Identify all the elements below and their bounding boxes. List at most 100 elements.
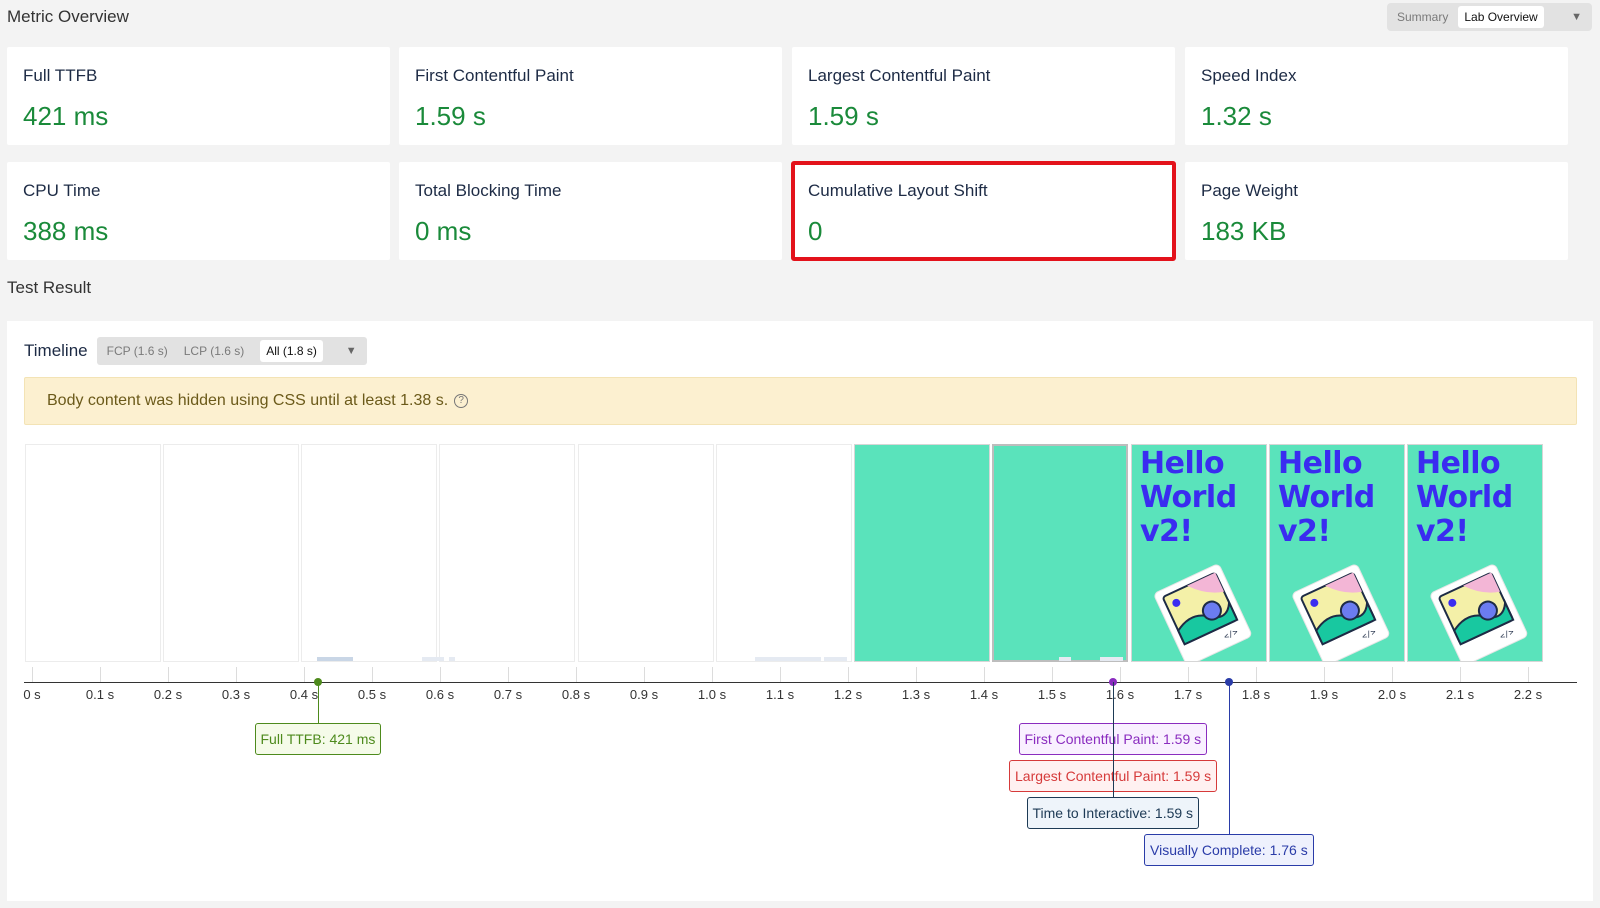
metric-overview-title: Metric Overview xyxy=(7,7,129,26)
timeline-header: Timeline FCP (1.6 s) LCP (1.6 s) All (1.… xyxy=(24,337,367,365)
metric-value: 1.32 s xyxy=(1201,101,1272,131)
metric-card: Total Blocking Time 0 ms xyxy=(399,162,782,260)
css-hidden-warning: Body content was hidden using CSS until … xyxy=(24,377,1577,425)
filmstrip-frame[interactable]: Hello World v2! </> xyxy=(1407,444,1543,662)
image-illustration-icon: </> xyxy=(1154,564,1252,661)
progress-mark xyxy=(317,657,353,661)
timeline-filter-toggle[interactable]: FCP (1.6 s) LCP (1.6 s) All (1.8 s) ▼ xyxy=(96,337,367,365)
filter-option-fcp[interactable]: FCP (1.6 s) xyxy=(107,344,168,358)
event-label[interactable]: Full TTFB: 421 ms xyxy=(254,723,382,755)
axis-tick xyxy=(780,667,781,682)
metric-card: First Contentful Paint 1.59 s xyxy=(399,47,782,145)
event-label[interactable]: Time to Interactive: 1.59 s xyxy=(1026,797,1200,829)
filmstrip-frame[interactable] xyxy=(854,444,990,662)
axis-tick xyxy=(1256,667,1257,682)
axis-tick xyxy=(372,667,373,682)
chevron-down-icon[interactable]: ▼ xyxy=(346,345,363,357)
filmstrip-frame[interactable] xyxy=(992,444,1128,662)
metric-card: CPU Time 388 ms xyxy=(7,162,390,260)
metric-value: 388 ms xyxy=(23,216,109,246)
filmstrip-frame[interactable]: Hello World v2! </> xyxy=(1131,444,1267,662)
axis-tick-label: 2.2 s xyxy=(1513,687,1543,702)
axis-tick-label: 1.2 s xyxy=(833,687,863,702)
axis-tick-label: 1.7 s xyxy=(1173,687,1203,702)
axis-tick-label: 0.9 s xyxy=(629,687,659,702)
view-option-summary[interactable]: Summary xyxy=(1397,10,1448,24)
axis-tick-label: 1.3 s xyxy=(901,687,931,702)
metric-card: Page Weight 183 KB xyxy=(1185,162,1568,260)
filmstrip-frame[interactable] xyxy=(301,444,437,662)
axis-tick xyxy=(644,667,645,682)
timeline-title: Timeline xyxy=(24,341,88,360)
metric-value: 183 KB xyxy=(1201,216,1287,246)
axis-tick-label: 1.4 s xyxy=(969,687,999,702)
axis-tick xyxy=(1052,667,1053,682)
filmstrip-frame[interactable] xyxy=(716,444,852,662)
axis-tick-label: 2.1 s xyxy=(1445,687,1475,702)
axis-tick xyxy=(168,667,169,682)
filmstrip-frame[interactable] xyxy=(163,444,299,662)
metric-value: 421 ms xyxy=(23,101,109,131)
filter-option-lcp[interactable]: LCP (1.6 s) xyxy=(184,344,244,358)
axis-tick-label: 0.6 s xyxy=(425,687,455,702)
axis-tick-label: 1.1 s xyxy=(765,687,795,702)
axis-tick xyxy=(1528,667,1529,682)
axis-tick xyxy=(984,667,985,682)
axis-tick xyxy=(1120,667,1121,682)
metric-label: Page Weight xyxy=(1201,181,1299,200)
filmstrip-frame[interactable] xyxy=(578,444,714,662)
metric-value: 1.59 s xyxy=(415,101,486,131)
image-illustration-icon: </> xyxy=(1430,564,1528,661)
metric-value: 0 xyxy=(808,216,823,246)
axis-tick xyxy=(1188,667,1189,682)
help-circle-icon[interactable]: ? xyxy=(454,394,469,408)
metric-label: Total Blocking Time xyxy=(415,181,562,200)
axis-tick-label: 0.1 s xyxy=(85,687,115,702)
axis-tick xyxy=(1324,667,1325,682)
metric-label: Cumulative Layout Shift xyxy=(808,181,988,200)
progress-mark xyxy=(824,657,847,661)
axis-tick xyxy=(916,667,917,682)
filmstrip-frame[interactable]: Hello World v2! </> xyxy=(1269,444,1405,662)
axis-tick xyxy=(100,667,101,682)
axis-tick-label: 1.0 s xyxy=(697,687,727,702)
filmstrip-frame[interactable] xyxy=(25,444,161,662)
axis-tick-label: 0 s xyxy=(23,687,41,702)
test-result-title: Test Result xyxy=(7,278,92,297)
filmstrip: Hello World v2! </> Hello World v2! </> Hell… xyxy=(24,444,1581,662)
progress-mark xyxy=(1059,657,1071,661)
view-toggle[interactable]: Summary Lab Overview ▼ xyxy=(1387,3,1592,31)
chevron-down-icon[interactable]: ▼ xyxy=(1571,11,1588,23)
event-label[interactable]: Visually Complete: 1.76 s xyxy=(1144,834,1314,866)
axis-tick-label: 1.9 s xyxy=(1309,687,1339,702)
axis-tick xyxy=(1460,667,1461,682)
image-illustration-icon: </> xyxy=(1292,564,1390,661)
metric-value: 1.59 s xyxy=(808,101,879,131)
axis-tick xyxy=(848,667,849,682)
metric-label: Largest Contentful Paint xyxy=(808,66,991,85)
axis-tick-label: 0.3 s xyxy=(221,687,251,702)
event-connector xyxy=(318,682,319,723)
axis-tick-label: 1.8 s xyxy=(1241,687,1271,702)
event-connector xyxy=(1113,682,1114,797)
metric-card: Cumulative Layout Shift 0 xyxy=(791,161,1176,261)
frame-hello-text: Hello World v2! xyxy=(1278,446,1375,549)
axis-tick-label: 1.6 s xyxy=(1105,687,1135,702)
progress-mark xyxy=(1100,657,1123,661)
filmstrip-progress xyxy=(24,657,1581,663)
metric-label: Speed Index xyxy=(1201,66,1297,85)
progress-mark xyxy=(422,657,444,661)
axis-tick xyxy=(304,667,305,682)
axis-tick-label: 0.5 s xyxy=(357,687,387,702)
progress-mark xyxy=(449,657,455,661)
view-option-lab-overview[interactable]: Lab Overview xyxy=(1458,6,1544,28)
progress-mark xyxy=(755,657,821,661)
axis-tick xyxy=(508,667,509,682)
axis-line xyxy=(24,682,1577,683)
axis-tick-label: 1.5 s xyxy=(1037,687,1067,702)
filter-option-all[interactable]: All (1.8 s) xyxy=(260,340,323,362)
filmstrip-frame[interactable] xyxy=(439,444,575,662)
axis-tick xyxy=(1392,667,1393,682)
axis-tick xyxy=(236,667,237,682)
axis-tick-label: 0.2 s xyxy=(153,687,183,702)
